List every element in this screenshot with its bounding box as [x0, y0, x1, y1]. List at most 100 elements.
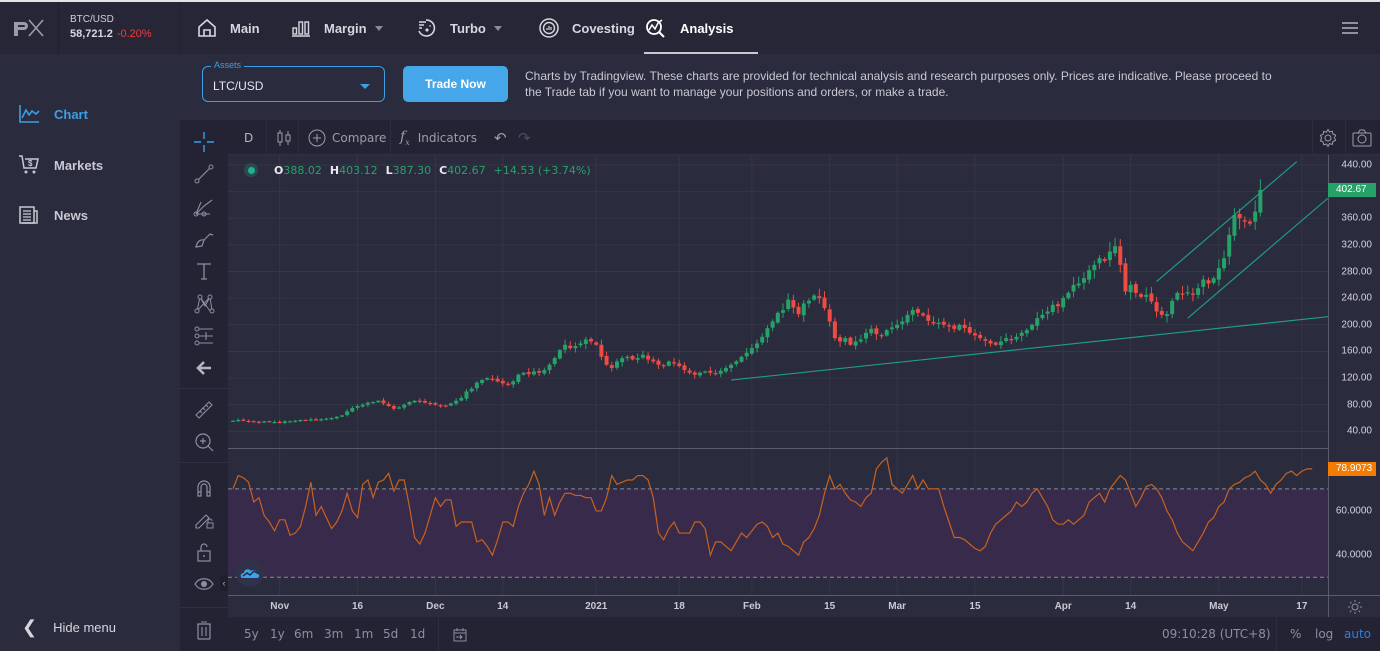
nav-margin[interactable]: Margin: [290, 2, 383, 54]
candle-body: [978, 334, 983, 339]
price-chart[interactable]: [228, 155, 1328, 595]
undo-button[interactable]: ↶: [494, 120, 507, 155]
redo-button[interactable]: ↷: [518, 120, 531, 155]
brush-tool[interactable]: [192, 227, 216, 251]
text-icon: [197, 263, 211, 280]
candle-body: [739, 356, 744, 362]
hide-menu-button[interactable]: ❮ Hide menu: [22, 617, 116, 638]
screenshot-button[interactable]: [1352, 120, 1372, 155]
ohlc-legend: O 388.02 H 403.12 L 387.30 C 402.67 +14.53 (…: [244, 163, 591, 177]
candle-body: [947, 325, 952, 327]
go-to-date-button[interactable]: [452, 617, 468, 651]
nav-covesting[interactable]: Covesting: [538, 2, 635, 54]
undo-icon: ↶: [494, 128, 507, 147]
nav-label: Margin: [324, 20, 367, 36]
candle-body: [329, 418, 334, 420]
sidebar-item-news[interactable]: News: [18, 204, 88, 226]
divider: [180, 462, 228, 463]
range-5d[interactable]: 5d: [383, 617, 398, 651]
chevron-left-icon: ❮: [22, 617, 38, 637]
time-tick: Dec: [426, 601, 445, 612]
candle-body: [319, 419, 324, 421]
visibility-tool[interactable]: [192, 572, 216, 596]
time-tick: 15: [969, 601, 981, 612]
candle: [557, 349, 562, 360]
asset-select[interactable]: Assets LTC/USD: [202, 60, 385, 102]
price-tick: 120.00: [1341, 372, 1372, 384]
back-arrow-tool[interactable]: [192, 356, 216, 380]
clock-time[interactable]: 09:10:28 (UTC+8): [1162, 617, 1271, 651]
nav-main[interactable]: Main: [196, 2, 260, 54]
fib-tool[interactable]: [192, 195, 216, 219]
candle-body: [480, 380, 485, 384]
candle-body: [511, 381, 516, 385]
delete-tool[interactable]: [192, 618, 216, 642]
price-pane-bg: [228, 155, 1328, 448]
trade-now-button[interactable]: Trade Now: [403, 66, 508, 102]
log-scale-button[interactable]: log: [1315, 617, 1333, 651]
candle-body: [350, 408, 355, 412]
zoom-in-tool[interactable]: [192, 430, 216, 454]
collapse-toolbar-button[interactable]: ‹: [220, 575, 228, 591]
time-tick: 16: [351, 601, 364, 612]
range-1m[interactable]: 1m: [354, 617, 373, 651]
candle-body: [397, 407, 402, 409]
nav-label: Main: [230, 20, 260, 36]
candle-body: [417, 400, 422, 402]
range-1d[interactable]: 1d: [410, 617, 425, 651]
percent-scale-button[interactable]: %: [1290, 617, 1301, 651]
candle-body: [895, 324, 900, 328]
lock-tool[interactable]: [192, 540, 216, 564]
range-3m[interactable]: 3m: [324, 617, 343, 651]
high-label: H: [329, 163, 340, 177]
indicators-button[interactable]: fx Indicators: [400, 120, 477, 155]
range-1y[interactable]: 1y: [270, 617, 285, 651]
candle-body: [1206, 280, 1211, 284]
trend-line-tool[interactable]: [192, 162, 216, 186]
sidebar-item-markets[interactable]: $ Markets: [18, 154, 103, 176]
sidebar-item-chart[interactable]: Chart: [18, 104, 88, 124]
nav-analysis[interactable]: Analysis: [644, 2, 758, 54]
magnet-tool[interactable]: [192, 476, 216, 500]
hamburger-menu-icon[interactable]: [1342, 22, 1358, 34]
disclaimer-text: Charts by Tradingview. These charts are …: [525, 69, 1272, 99]
candle-body: [422, 400, 427, 403]
time-axis[interactable]: Nov 16 Dec 14 2021 18 Feb 15 Mar 15 Apr 14 May 17: [228, 595, 1328, 617]
axis-settings-button[interactable]: [1328, 595, 1380, 617]
time-tick: 18: [673, 601, 685, 612]
divider: [180, 388, 228, 389]
ruler-tool[interactable]: [192, 398, 216, 422]
candle-body: [1113, 246, 1118, 254]
crosshair-tool[interactable]: [192, 130, 216, 154]
pattern-tool[interactable]: [192, 292, 216, 316]
settings-button[interactable]: [1318, 120, 1338, 155]
candle-body: [573, 346, 578, 349]
price-axis[interactable]: 440.00 360.00 320.00 280.00 240.00 200.00 160.…: [1328, 155, 1380, 595]
nav-turbo[interactable]: Turbo: [416, 2, 502, 54]
candle-body: [500, 380, 505, 384]
range-5y[interactable]: 5y: [244, 617, 259, 651]
interval-button[interactable]: D: [244, 120, 253, 155]
range-6m[interactable]: 6m: [294, 617, 313, 651]
candle-body: [926, 314, 931, 321]
tradingview-logo[interactable]: [236, 559, 264, 587]
prediction-tool[interactable]: [192, 324, 216, 348]
change-value: +14.53 (+3.74%): [493, 163, 591, 177]
candle-body: [277, 421, 282, 424]
px-logo[interactable]: [12, 16, 48, 40]
candle-body: [474, 382, 479, 389]
chevron-down-icon: [360, 84, 370, 89]
candle-body: [1076, 283, 1081, 286]
compare-button[interactable]: Compare: [308, 120, 386, 155]
chart-type-button[interactable]: [276, 120, 292, 155]
text-tool[interactable]: [192, 259, 216, 283]
calendar-goto-icon: [453, 627, 467, 641]
lock-drawing-tool[interactable]: [192, 508, 216, 532]
ticker[interactable]: BTC/USD 58,721.2 -0.20%: [70, 14, 152, 40]
candle-body: [485, 378, 490, 380]
chart-icon: [19, 105, 40, 123]
auto-scale-button[interactable]: auto: [1344, 617, 1371, 651]
candle-body: [609, 365, 614, 369]
candle-body: [526, 372, 531, 375]
candle-body: [334, 416, 339, 419]
